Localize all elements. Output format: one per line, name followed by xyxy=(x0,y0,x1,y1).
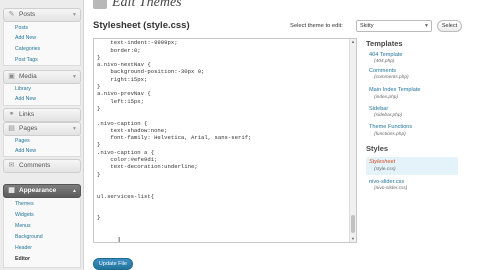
code-lines: background:url(images/arrows.png) no-rep… xyxy=(97,39,347,229)
code-line: text-decoration:underline; xyxy=(97,163,198,171)
code-line: .nivo-caption a { xyxy=(97,148,155,156)
submenu-editor[interactable]: Editor xyxy=(15,256,30,263)
update-file-button[interactable]: Update File xyxy=(93,258,133,270)
menu-posts[interactable]: ✎ Posts ▼ xyxy=(3,8,81,22)
menu-media-label: Media xyxy=(19,73,37,80)
scroll-up-icon[interactable]: ▲ xyxy=(350,39,356,45)
styles-heading: Styles xyxy=(366,144,389,153)
editor-scrollbar[interactable]: ▲ ▼ xyxy=(349,39,356,242)
code-line: } xyxy=(97,141,101,149)
code-line: } xyxy=(97,104,101,112)
submenu-posts[interactable]: Posts xyxy=(15,25,28,32)
submenu-post-tags[interactable]: Post Tags xyxy=(15,57,38,64)
submenu-menus[interactable]: Menus xyxy=(15,223,31,230)
pages-icon: ▤ xyxy=(8,125,15,132)
submenu-themes[interactable]: Themes xyxy=(15,201,34,208)
menu-appearance[interactable]: ▦ Appearance ▲ xyxy=(3,184,81,198)
templates-heading: Templates xyxy=(366,39,403,48)
theme-select[interactable]: Skitty ▼ xyxy=(356,20,432,32)
menu-appearance-label: Appearance xyxy=(19,187,57,194)
scroll-thumb[interactable] xyxy=(351,215,355,233)
code-line: } xyxy=(97,170,101,178)
file-name-sidebar: (sidebar.php) xyxy=(374,113,403,118)
file-title: Stylesheet (style.css) xyxy=(93,20,190,31)
code-editor[interactable]: background:url(images/arrows.png) no-rep… xyxy=(93,38,357,243)
submenu-pages[interactable]: Pages xyxy=(15,138,30,145)
media-icon: ▣ xyxy=(8,73,15,80)
file-name-comments: (comments.php) xyxy=(374,75,409,80)
file-link-404[interactable]: 404 Template xyxy=(369,52,402,59)
file-name-index: (index.php) xyxy=(374,95,398,100)
menu-pages[interactable]: ▤ Pages ▼ xyxy=(3,122,81,136)
text-cursor-icon: I xyxy=(118,236,121,243)
code-line: .nivo-caption { xyxy=(97,119,148,127)
submenu-widgets[interactable]: Widgets xyxy=(15,212,34,219)
code-line: } xyxy=(97,214,101,222)
code-line: a.nivo-nextNav { xyxy=(97,61,151,69)
select-button[interactable]: Select xyxy=(437,20,462,32)
file-link-comments[interactable]: Comments xyxy=(369,68,396,75)
code-line: font-family: Helvetica, Arial, sans-seri… xyxy=(97,134,252,142)
menu-comments-label: Comments xyxy=(19,162,51,169)
code-line: } xyxy=(97,83,101,91)
code-line: background-position:-30px 0; xyxy=(97,68,205,76)
file-link-main-index[interactable]: Main Index Template xyxy=(369,87,421,94)
menu-posts-label: Posts xyxy=(19,11,36,18)
code-line: left:15px; xyxy=(97,97,144,105)
submenu-background[interactable]: Background xyxy=(15,234,43,241)
file-name-nivo-slider: (nivo-slider.css) xyxy=(374,186,408,191)
menu-links[interactable]: ⚭ Links xyxy=(3,108,81,122)
expand-arrow-icon[interactable]: ▼ xyxy=(72,123,77,135)
menu-links-label: Links xyxy=(19,111,35,118)
file-name-style-css: (style.css) xyxy=(374,167,396,172)
theme-select-label: Select theme to edit: xyxy=(290,23,343,29)
file-name-functions: (functions.php) xyxy=(374,132,406,137)
menu-comments[interactable]: ✉ Comments xyxy=(3,159,81,173)
submenu-header[interactable]: Header xyxy=(15,245,32,252)
code-line: text-indent:-9999px; xyxy=(97,39,178,47)
expand-arrow-icon[interactable]: ▼ xyxy=(72,71,77,83)
submenu-categories[interactable]: Categories xyxy=(15,46,40,53)
links-icon: ⚭ xyxy=(8,111,15,118)
code-line: } xyxy=(97,53,101,61)
file-link-stylesheet[interactable]: Stylesheet xyxy=(369,159,395,166)
menu-media[interactable]: ▣ Media ▼ xyxy=(3,70,81,84)
submenu-media-add-new[interactable]: Add New xyxy=(15,96,36,103)
appearance-header-icon xyxy=(93,0,107,9)
file-link-nivo-slider[interactable]: nivo-slider.css xyxy=(369,179,404,186)
code-line: ul.services-list{ xyxy=(97,192,155,200)
admin-sidebar: ✎ Posts ▼ Posts Add New Categories Post … xyxy=(0,0,84,270)
pushpin-icon: ✎ xyxy=(8,11,15,18)
file-name-404: (404.php) xyxy=(374,59,395,64)
page-title: Edit Themes xyxy=(112,0,182,10)
code-line: right:15px; xyxy=(97,75,148,83)
code-line: a.nivo-prevNav { xyxy=(97,90,151,98)
menu-pages-label: Pages xyxy=(19,125,38,132)
appearance-icon: ▦ xyxy=(8,187,15,194)
code-line: text-shadow:none; xyxy=(97,126,168,134)
theme-files-panel: Templates 404 Template (404.php) Comment… xyxy=(366,38,480,270)
chevron-down-icon: ▼ xyxy=(424,23,429,29)
scroll-down-icon[interactable]: ▼ xyxy=(350,236,356,242)
file-link-sidebar[interactable]: Sidebar xyxy=(369,106,388,113)
code-line: color:#efe9d1; xyxy=(97,156,158,164)
file-link-functions[interactable]: Theme Functions xyxy=(369,124,412,131)
expand-arrow-icon[interactable]: ▼ xyxy=(72,9,77,21)
code-line: border:0; xyxy=(97,46,141,54)
submenu-posts-add-new[interactable]: Add New xyxy=(15,35,36,42)
theme-select-value: Skitty xyxy=(360,23,374,29)
comments-icon: ✉ xyxy=(8,162,15,169)
submenu-pages-add-new[interactable]: Add New xyxy=(15,148,36,155)
collapse-arrow-icon[interactable]: ▲ xyxy=(72,185,77,197)
submenu-library[interactable]: Library xyxy=(15,86,31,93)
